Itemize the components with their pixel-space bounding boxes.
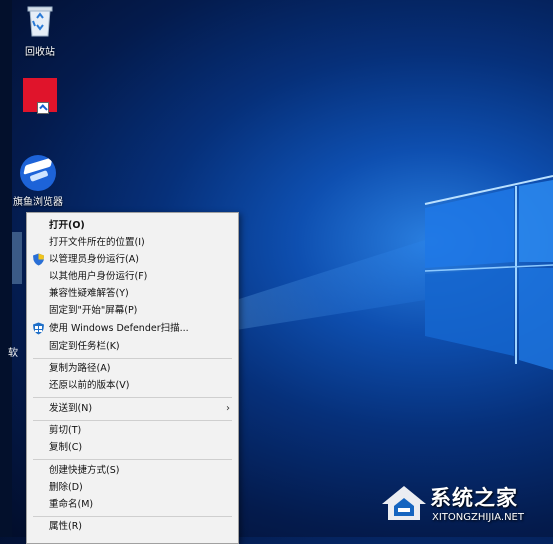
selected-icon-highlight (12, 232, 22, 284)
menu-separator (33, 358, 232, 359)
browser-desktop-icon[interactable]: 旗鱼浏览器 (8, 155, 68, 208)
recycle-bin-label: 回收站 (25, 47, 55, 58)
menu-separator (33, 459, 232, 460)
shortcut-arrow-icon (37, 102, 49, 114)
menu-item-pin-to-taskbar[interactable]: 固定到任务栏(K) (27, 338, 238, 355)
menu-item-run-as-other-user[interactable]: 以其他用户身份运行(F) (27, 268, 238, 285)
recycle-bin-icon (27, 6, 53, 37)
menu-item-send-to[interactable]: 发送到(N) › (27, 400, 238, 417)
menu-item-delete[interactable]: 删除(D) (27, 479, 238, 496)
menu-separator (33, 397, 232, 398)
menu-item-defender-scan[interactable]: 使用 Windows Defender扫描... (27, 320, 238, 337)
menu-item-compatibility-troubleshoot[interactable]: 兼容性疑难解答(Y) (27, 285, 238, 302)
menu-item-pin-to-start[interactable]: 固定到"开始"屏幕(P) (27, 302, 238, 319)
house-logo-icon (382, 486, 426, 520)
browser-icon (20, 155, 56, 191)
browser-label: 旗鱼浏览器 (13, 197, 63, 208)
menu-item-open-file-location[interactable]: 打开文件所在的位置(I) (27, 234, 238, 251)
shield-icon (33, 253, 44, 266)
context-menu: 打开(O) 打开文件所在的位置(I) 以管理员身份运行(A) 以其他用户身份运行… (26, 212, 239, 544)
menu-item-cut[interactable]: 剪切(T) (27, 422, 238, 439)
chevron-right-icon: › (226, 403, 230, 414)
red-app-desktop-icon[interactable] (10, 78, 70, 114)
menu-item-copy[interactable]: 复制(C) (27, 439, 238, 456)
watermark-url: XITONGZHIJIA.NET (432, 512, 524, 523)
recycle-bin-desktop-icon[interactable]: 回收站 (10, 2, 70, 58)
defender-icon (33, 322, 44, 335)
red-app-icon (23, 78, 57, 114)
menu-item-copy-as-path[interactable]: 复制为路径(A) (27, 360, 238, 377)
watermark: 系统之家 XITONGZHIJIA.NET (380, 476, 552, 534)
watermark-name: 系统之家 (430, 486, 518, 510)
menu-separator (33, 420, 232, 421)
menu-item-run-as-admin[interactable]: 以管理员身份运行(A) (27, 251, 238, 268)
menu-item-restore-previous-versions[interactable]: 还原以前的版本(V) (27, 377, 238, 394)
menu-item-create-shortcut[interactable]: 创建快捷方式(S) (27, 462, 238, 479)
menu-item-rename[interactable]: 重命名(M) (27, 496, 238, 513)
partial-icon-label: 软 (8, 348, 18, 359)
menu-item-properties[interactable]: 属性(R) (27, 518, 238, 535)
menu-separator (33, 516, 232, 517)
menu-item-open[interactable]: 打开(O) (27, 217, 238, 234)
